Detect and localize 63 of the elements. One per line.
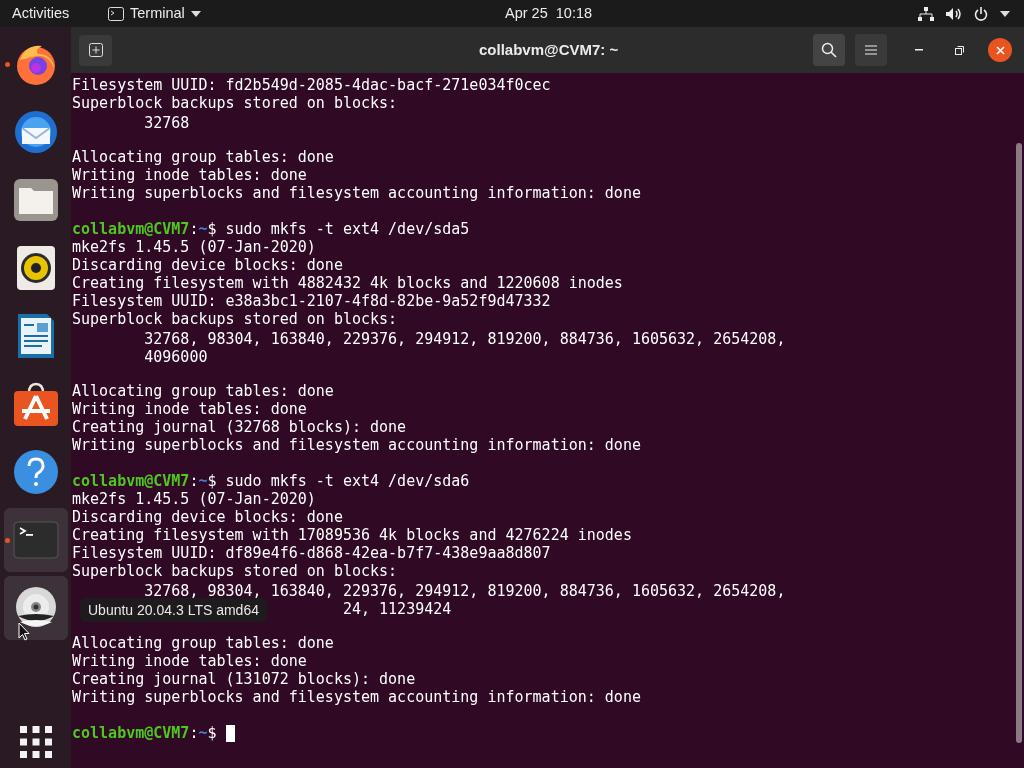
folder-icon [12,178,59,222]
terminal-line: Filesystem UUID: e38a3bc1-2107-4f8d-82be-9a52f9d47332 [72,292,551,310]
terminal-line: 4096000 [144,348,208,366]
restore-icon [954,45,964,55]
terminal-line: Discarding device blocks: done [72,508,343,526]
power-icon[interactable] [974,6,988,21]
terminal-line: Writing inode tables: done [72,652,307,670]
terminal-line: 24, 11239424 [342,600,452,618]
dock-item[interactable] [3,576,68,640]
terminal-line: Creating journal (131072 blocks): done [72,670,416,688]
document-icon [16,313,55,359]
scrollbar-thumb[interactable] [1016,143,1022,743]
prompt-line: collabvm@CVM7:~$ sudo mkfs -t ext4 /dev/sda5 [72,220,470,238]
terminal-line: Writing superblocks and filesystem accounting information: done [72,436,641,454]
menu-button[interactable] [855,34,887,66]
terminal-line: Discarding device blocks: done [72,256,343,274]
terminal-line: Allocating group tables: done [72,382,334,400]
clock[interactable]: Apr 25 10:18 [505,2,593,25]
mouse-pointer-icon [18,622,30,641]
terminal-line: Superblock backups stored on blocks: [72,94,398,112]
minimize-icon [915,49,923,51]
terminal-line: mke2fs 1.45.5 (07-Jan-2020) [72,238,316,256]
terminal-line: 32768, 98304, 163840, 229376, 294912, 819200, 884736, 1605632, 2654208, [144,582,786,600]
volume-icon[interactable] [946,6,962,21]
speaker-icon [15,245,56,291]
activities-button[interactable]: Activities [12,2,102,25]
network-icon[interactable] [918,6,934,21]
shopping-bag-icon [12,381,59,427]
search-icon [821,42,837,58]
terminal-icon [12,521,59,559]
menu-icon [865,45,877,55]
terminal-line: Creating filesystem with 4882432 4k blocks and 1220608 inodes [72,274,623,292]
caret-icon[interactable] [1000,10,1010,17]
terminal-line: Allocating group tables: done [72,148,334,166]
terminal-line: 32768 [144,114,190,132]
terminal-icon [108,6,124,21]
close-button[interactable] [988,38,1012,62]
terminal-line: Writing superblocks and filesystem accounting information: done [72,184,641,202]
terminal-line: Creating journal (32768 blocks): done [72,418,407,436]
terminal-line: Filesystem UUID: df89e4f6-d868-42ea-b7f7-438e9aa8d807 [72,544,551,562]
disc-icon [14,586,57,630]
terminal-line: Writing inode tables: done [72,400,307,418]
terminal-line: Writing superblocks and filesystem accounting information: done [72,688,641,706]
new-tab-button[interactable] [79,34,112,66]
plus-icon [88,43,103,57]
terminal-line: Superblock backups stored on blocks: [72,310,398,328]
close-icon [995,45,1005,55]
terminal-line: Filesystem UUID: fd2b549d-2085-4dac-bacf-271e034f0cec [72,76,551,94]
terminal-line: Allocating group tables: done [72,634,334,652]
search-button[interactable] [813,34,845,66]
terminal-line: 32768, 98304, 163840, 229376, 294912, 819200, 884736, 1605632, 2654208, [144,330,786,348]
help-icon [12,449,59,495]
caret-icon [190,10,201,17]
window-title: collabvm@CVM7: ~ [479,39,619,60]
prompt-line: collabvm@CVM7:~$ sudo mkfs -t ext4 /dev/sda6 [72,472,470,490]
terminal-line: mke2fs 1.45.5 (07-Jan-2020) [72,490,316,508]
terminal-line: Creating filesystem with 17089536 4k blocks and 4276224 inodes [72,526,632,544]
terminal-line: Writing inode tables: done [72,166,307,184]
app-grid-icon[interactable] [19,726,52,758]
prompt-line: collabvm@CVM7:~$ [72,724,218,742]
terminal-line: Superblock backups stored on blocks: [72,562,398,580]
tooltip: Ubuntu 20.04.3 LTS amd64 [80,598,267,622]
app-menu[interactable]: Terminal [108,2,201,25]
